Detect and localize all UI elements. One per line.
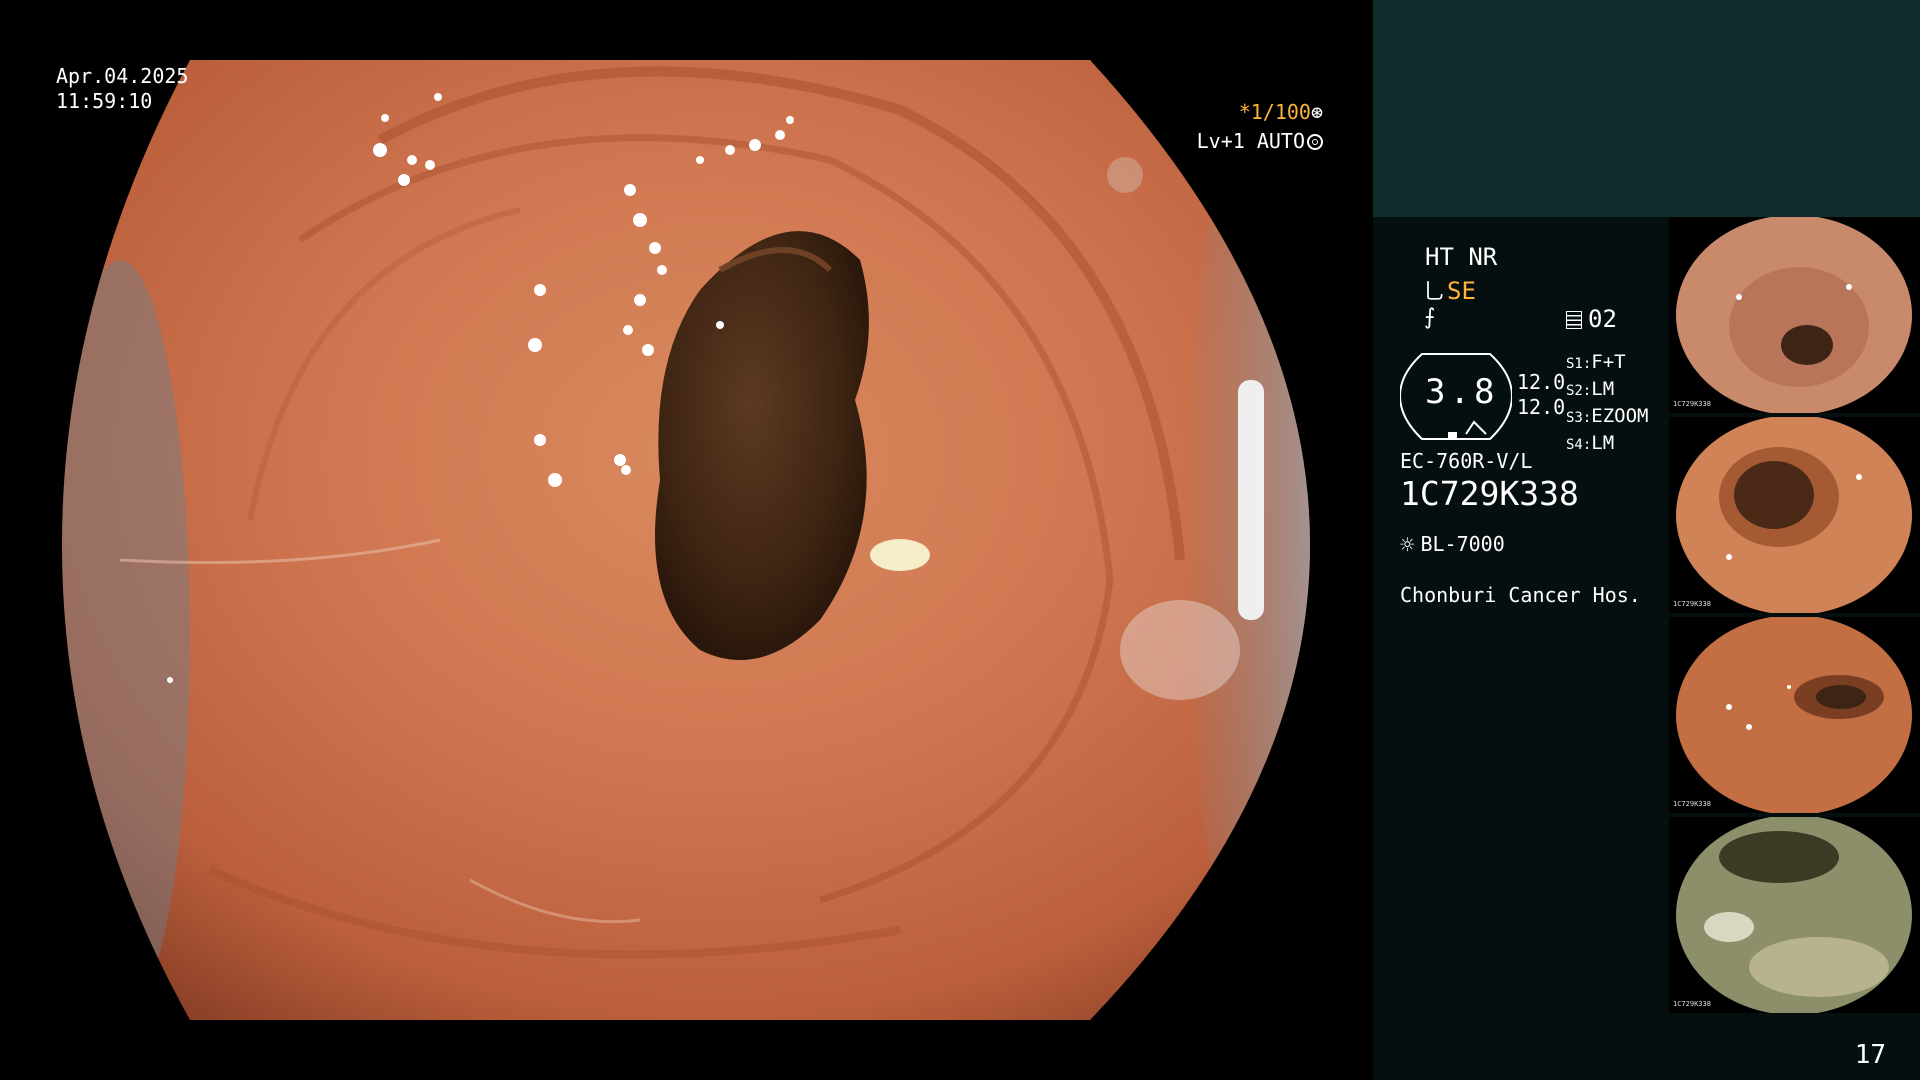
gain-1: 12.0 <box>1517 370 1566 394</box>
switch-s3: S3:EZOOM <box>1566 405 1649 427</box>
sun-icon: ☼ <box>1400 531 1415 559</box>
time-text: 11:59:10 <box>56 89 153 113</box>
date-text: Apr.04.2025 <box>56 64 189 88</box>
mode-indicators: HT NR <box>1425 243 1498 271</box>
side-panel: HT NR ⺃SE ⨍ 02 3.8 12.0 12.0 S1:F+T S2:L… <box>1373 0 1920 1080</box>
shutter-text: *1/100 <box>1238 100 1311 124</box>
thumbnail-label: 1C729K338 <box>1673 600 1711 608</box>
enhancement-icon: ⨍ <box>1424 305 1436 330</box>
light-source-model: BL-7000 <box>1420 532 1505 556</box>
thumbnail-label: 1C729K338 <box>1673 400 1711 408</box>
thumbnail-label: 1C729K338 <box>1673 800 1711 808</box>
date-time: Apr.04.2025 11:59:10 <box>56 64 188 114</box>
switch-s2: S2:LM <box>1566 378 1615 400</box>
exposure-osd: *1/100⊛ Lv+1 AUTO <box>1197 98 1323 156</box>
thumbnail-1[interactable]: 1C729K338 <box>1669 217 1920 413</box>
page-number: 17 <box>1854 1040 1886 1070</box>
level-text: Lv+1 AUTO <box>1196 129 1305 153</box>
thumbnail-4[interactable]: 1C729K338 <box>1669 817 1920 1013</box>
aperture-icon: ⊛ <box>1310 100 1323 124</box>
light-source: ☼ BL-7000 <box>1400 531 1505 559</box>
endoscopic-image <box>62 60 1310 1020</box>
memory-icon <box>1566 311 1582 329</box>
hospital-name: Chonburi Cancer Hos. <box>1400 583 1641 607</box>
thumbnail-3[interactable]: 1C729K338 <box>1669 617 1920 813</box>
thumbnail-2[interactable]: 1C729K338 <box>1669 417 1920 613</box>
wrench-icon: ⺃ <box>1423 280 1446 305</box>
panel-header-area <box>1373 0 1920 217</box>
memory-value: 02 <box>1588 305 1617 333</box>
se-label: SE <box>1447 277 1476 305</box>
gain-2: 12.0 <box>1517 395 1566 419</box>
memory-indicator: 02 <box>1566 305 1617 333</box>
structure-enhancement: ⺃SE <box>1423 274 1476 306</box>
switch-settings: S1:F+T S2:LM S3:EZOOM S4:LM <box>1566 350 1649 458</box>
switch-s1: S1:F+T <box>1566 351 1626 373</box>
thumbnail-label: 1C729K338 <box>1673 1000 1711 1008</box>
iris-icon <box>1307 134 1323 150</box>
scope-model: EC-760R-V/L <box>1400 449 1533 473</box>
zoom-value: 3.8 <box>1425 372 1499 412</box>
scope-serial: 1C729K338 <box>1400 474 1579 513</box>
endoscope-main-view: Apr.04.2025 11:59:10 *1/100⊛ Lv+1 AUTO <box>0 0 1373 1080</box>
thumbnail-list: 1C729K338 1C729K338 1C729K338 1C729K338 <box>1669 217 1920 1017</box>
settings-info: HT NR ⺃SE ⨍ 02 3.8 12.0 12.0 S1:F+T S2:L… <box>1373 217 1673 1080</box>
switch-s4: S4:LM <box>1566 432 1615 454</box>
